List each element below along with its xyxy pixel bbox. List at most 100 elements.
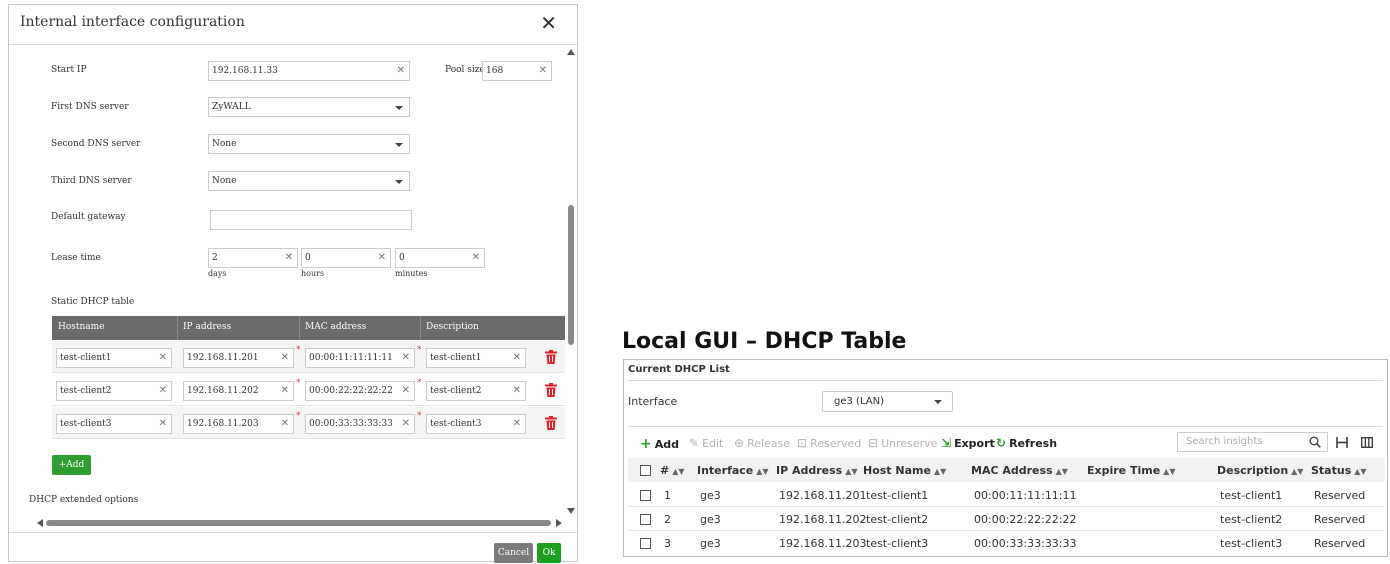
reserved-button[interactable]: ⊡ Reserved	[797, 436, 861, 450]
pool-size-input[interactable]: 168 ✕	[482, 61, 552, 81]
interface-config-dialog: Internal interface configuration ✕ Start…	[8, 4, 578, 563]
release-label: Release	[747, 436, 791, 450]
close-icon[interactable]: ✕	[540, 11, 557, 35]
columns-icon[interactable]	[1361, 437, 1373, 448]
panel-title: Current DHCP List	[628, 364, 730, 375]
scroll-up-arrow-icon[interactable]	[567, 49, 575, 55]
row-checkbox[interactable]	[640, 490, 651, 501]
col-number[interactable]: # ▲▼	[660, 464, 685, 477]
divider	[628, 380, 1383, 381]
ok-button[interactable]: Ok	[537, 543, 561, 563]
unreserve-button[interactable]: ⊟ Unreserve	[868, 436, 937, 450]
clear-icon[interactable]: ✕	[539, 62, 547, 80]
table-row[interactable]: 3 ge3 192.168.11.203 test-client3 00:00:…	[628, 531, 1385, 555]
hostname-input[interactable]: test-client2 ✕	[56, 381, 172, 401]
clear-icon[interactable]: ✕	[281, 382, 289, 400]
ip-input[interactable]: 192.168.11.202 ✕	[183, 381, 294, 401]
clear-icon[interactable]: ✕	[402, 382, 410, 400]
export-button[interactable]: ⇲ Export	[941, 436, 995, 450]
refresh-button[interactable]: ↻ Refresh	[996, 436, 1057, 450]
clear-icon[interactable]: ✕	[513, 349, 521, 367]
ip-value: 192.168.11.202	[187, 386, 259, 396]
static-dhcp-table-label: Static DHCP table	[51, 297, 135, 307]
clear-icon[interactable]: ✕	[285, 249, 293, 267]
clear-icon[interactable]: ✕	[402, 415, 410, 433]
local-gui-heading: Local GUI – DHCP Table	[622, 329, 907, 354]
clear-icon[interactable]: ✕	[159, 349, 167, 367]
col-expire-time[interactable]: Expire Time ▲▼	[1087, 464, 1175, 477]
clear-icon[interactable]: ✕	[159, 382, 167, 400]
lease-days-input[interactable]: 2 ✕	[208, 248, 298, 268]
ip-value: 192.168.11.201	[187, 353, 259, 363]
table-row[interactable]: 2 ge3 192.168.11.202 test-client2 00:00:…	[628, 507, 1385, 531]
description-input[interactable]: test-client1 ✕	[426, 348, 526, 368]
clear-icon[interactable]: ✕	[513, 415, 521, 433]
search-icon[interactable]	[1309, 436, 1321, 448]
row-checkbox[interactable]	[640, 538, 651, 549]
required-asterisk: *	[417, 378, 422, 388]
clear-icon[interactable]: ✕	[513, 382, 521, 400]
release-button[interactable]: ⊕ Release	[734, 436, 790, 450]
start-ip-value: 192.168.11.33	[212, 66, 278, 76]
lease-minutes-input[interactable]: 0 ✕	[395, 248, 485, 268]
table-row[interactable]: 1 ge3 192.168.11.201 test-client1 00:00:…	[628, 483, 1385, 507]
cell-mac: 00:00:22:22:22:22	[974, 513, 1077, 526]
search-input[interactable]: Search insights	[1177, 432, 1328, 452]
select-all-checkbox[interactable]	[640, 465, 651, 476]
description-input[interactable]: test-client2 ✕	[426, 381, 526, 401]
hostname-value: test-client1	[60, 353, 112, 363]
trash-icon[interactable]	[545, 350, 557, 364]
cancel-button[interactable]: Cancel	[494, 543, 533, 563]
row-checkbox[interactable]	[640, 514, 651, 525]
col-host-name[interactable]: Host Name ▲▼	[863, 464, 946, 477]
ip-input[interactable]: 192.168.11.201 ✕	[183, 348, 294, 368]
clear-icon[interactable]: ✕	[281, 415, 289, 433]
second-dns-select[interactable]: None	[208, 134, 410, 154]
cell-status: Reserved	[1314, 489, 1366, 502]
interface-select[interactable]: ge3 (LAN)	[822, 391, 953, 412]
add-row-button[interactable]: +Add	[52, 455, 91, 475]
mac-input[interactable]: 00:00:11:11:11:11 ✕	[305, 348, 415, 368]
first-dns-value: ZyWALL	[212, 102, 251, 112]
col-ip-address[interactable]: IP Address ▲▼	[776, 464, 858, 477]
interface-label: Interface	[628, 395, 678, 408]
default-gateway-label: Default gateway	[51, 212, 126, 222]
clear-icon[interactable]: ✕	[397, 62, 405, 80]
scroll-right-arrow-icon[interactable]	[556, 519, 562, 527]
dhcp-extended-options-label[interactable]: DHCP extended options	[29, 495, 138, 505]
add-button[interactable]: + Add	[640, 436, 679, 452]
third-dns-select[interactable]: None	[208, 171, 410, 191]
column-width-icon[interactable]	[1336, 437, 1348, 448]
horizontal-scrollbar[interactable]	[46, 520, 551, 526]
scroll-left-arrow-icon[interactable]	[37, 519, 43, 527]
cell-host: test-client1	[866, 489, 929, 502]
trash-icon[interactable]	[545, 383, 557, 397]
clear-icon[interactable]: ✕	[402, 349, 410, 367]
lease-hours-input[interactable]: 0 ✕	[301, 248, 391, 268]
dhcp-list-panel: Current DHCP List Interface ge3 (LAN) + …	[623, 359, 1388, 557]
col-status[interactable]: Status ▲▼	[1311, 464, 1367, 477]
mac-input[interactable]: 00:00:33:33:33:33 ✕	[305, 414, 415, 434]
trash-icon[interactable]	[545, 416, 557, 430]
mac-input[interactable]: 00:00:22:22:22:22 ✕	[305, 381, 415, 401]
clear-icon[interactable]: ✕	[472, 249, 480, 267]
clear-icon[interactable]: ✕	[159, 415, 167, 433]
first-dns-select[interactable]: ZyWALL	[208, 97, 410, 117]
description-input[interactable]: test-client3 ✕	[426, 414, 526, 434]
hostname-input[interactable]: test-client3 ✕	[56, 414, 172, 434]
ip-input[interactable]: 192.168.11.203 ✕	[183, 414, 294, 434]
hostname-input[interactable]: test-client1 ✕	[56, 348, 172, 368]
edit-button[interactable]: ✎ Edit	[689, 436, 723, 450]
static-table-header: Hostname IP address MAC address Descript…	[52, 316, 565, 340]
col-mac-address[interactable]: MAC Address ▲▼	[971, 464, 1068, 477]
col-description[interactable]: Description ▲▼	[1217, 464, 1303, 477]
vertical-scrollbar[interactable]	[568, 205, 574, 345]
clear-icon[interactable]: ✕	[378, 249, 386, 267]
clear-icon[interactable]: ✕	[281, 349, 289, 367]
start-ip-input[interactable]: 192.168.11.33 ✕	[208, 61, 410, 81]
dialog-title: Internal interface configuration	[20, 14, 245, 30]
col-description: Description	[426, 322, 479, 332]
scroll-down-arrow-icon[interactable]	[567, 508, 575, 514]
col-interface[interactable]: Interface ▲▼	[697, 464, 769, 477]
default-gateway-input[interactable]	[210, 210, 412, 230]
